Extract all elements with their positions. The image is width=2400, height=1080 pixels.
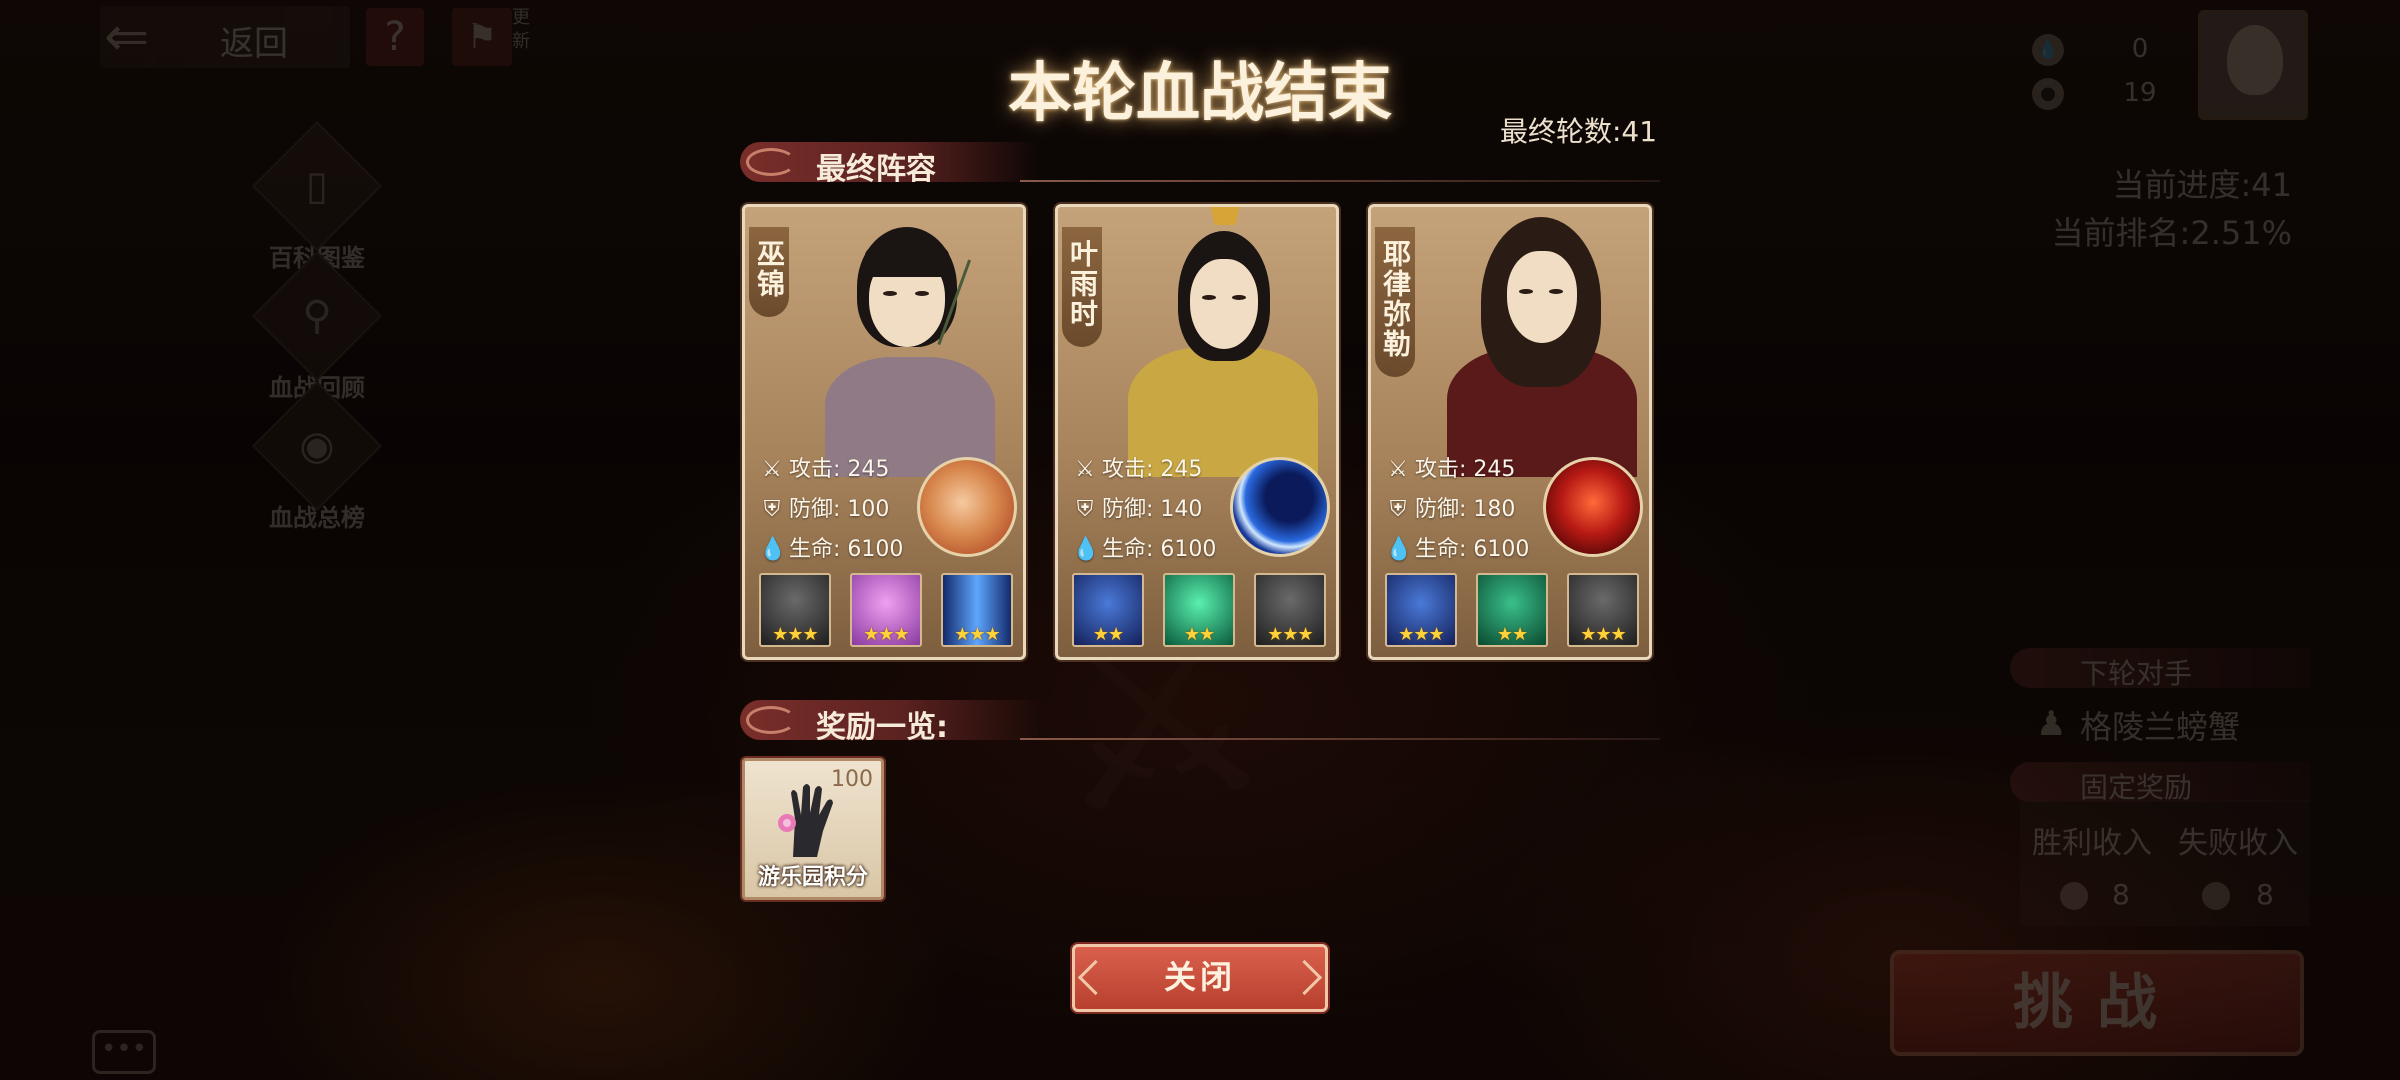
reward-name: 游乐园积分: [757, 865, 868, 890]
blue-cloak-icon[interactable]: ★★★: [1385, 573, 1457, 647]
hero-card[interactable]: 巫锦 ⚔ 攻击: 245 ⛨ 防御: 100 💧 生命: 6100 ★★★ ★★★ ★…: [742, 204, 1026, 660]
swords-icon: ⚔: [762, 457, 782, 482]
hero-card[interactable]: 耶律弥勒 ⚔ 攻击: 245 ⛨ 防御: 180 💧 生命: 6100 ★★★ ★★ …: [1368, 204, 1652, 660]
section-divider: [1020, 738, 1660, 740]
star-rating: ★★: [1092, 624, 1124, 645]
hero-portrait: [1411, 207, 1649, 477]
section-divider: [1020, 180, 1660, 182]
rewards-section-title: 奖励一览:: [816, 710, 948, 745]
hero-name: 耶律弥勒: [1375, 227, 1415, 377]
hero-card[interactable]: 叶雨时 ⚔ 攻击: 245 ⛨ 防御: 140 💧 生命: 6100 ★★ ★★ ★★…: [1055, 204, 1339, 660]
hero-hp: 💧 生命: 6100: [1072, 537, 1217, 562]
close-button[interactable]: 关闭: [1072, 944, 1328, 1012]
swirl-icon: [746, 148, 796, 176]
green-skull-icon[interactable]: ★★: [1163, 573, 1235, 647]
star-rating: ★★★: [1398, 624, 1444, 645]
shield-icon: ⛨: [1389, 497, 1407, 522]
star-rating: ★★★: [863, 624, 909, 645]
purple-aura-icon[interactable]: ★★★: [850, 573, 922, 647]
hero-name: 巫锦: [749, 227, 789, 317]
star-rating: ★★: [1496, 624, 1528, 645]
blood-demon-icon[interactable]: [1543, 457, 1643, 557]
reward-item[interactable]: 100 游乐园积分: [742, 758, 884, 900]
shield-icon: ⛨: [763, 497, 781, 522]
star-rating: ★★: [1183, 624, 1215, 645]
fist-icon[interactable]: [917, 457, 1017, 557]
armor-icon[interactable]: ★★★: [759, 573, 831, 647]
green-beast-icon[interactable]: ★★: [1476, 573, 1548, 647]
hero-hp: 💧 生命: 6100: [1385, 537, 1530, 562]
crescent-moon-icon[interactable]: [1230, 457, 1330, 557]
final-round-count: 最终轮数:41: [1500, 115, 1658, 148]
star-rating: ★★★: [1267, 624, 1313, 645]
rewards-section-banner: 奖励一览:: [740, 700, 1040, 745]
swirl-icon: [746, 706, 796, 734]
hero-attack: ⚔ 攻击: 245: [1072, 451, 1202, 483]
lineup-section-banner: 最终阵容: [740, 142, 1040, 187]
armor-icon[interactable]: ★★★: [1254, 573, 1326, 647]
hero-portrait: [1098, 207, 1336, 477]
shield-icon: ⛨: [1076, 497, 1094, 522]
armor-icon[interactable]: ★★★: [1567, 573, 1639, 647]
reward-count: 100: [831, 767, 873, 792]
blue-cloak-icon[interactable]: ★★: [1072, 573, 1144, 647]
star-rating: ★★★: [954, 624, 1000, 645]
hero-defense: ⛨ 防御: 180: [1385, 491, 1516, 523]
hero-name: 叶雨时: [1062, 227, 1102, 347]
swords-icon: ⚔: [1075, 457, 1095, 482]
star-rating: ★★★: [772, 624, 818, 645]
hero-hp: 💧 生命: 6100: [759, 537, 904, 562]
star-rating: ★★★: [1580, 624, 1626, 645]
drop-icon: 💧: [1385, 537, 1413, 562]
drop-icon: 💧: [1072, 537, 1100, 562]
hero-attack: ⚔ 攻击: 245: [1385, 451, 1515, 483]
hero-portrait: [785, 207, 1023, 477]
drop-icon: 💧: [759, 537, 787, 562]
modal-title: 本轮血战结束: [1008, 56, 1392, 131]
lineup-section-title: 最终阵容: [816, 152, 936, 187]
swords-icon: ⚔: [1388, 457, 1408, 482]
hero-defense: ⛨ 防御: 100: [759, 491, 890, 523]
blue-sword-icon[interactable]: ★★★: [941, 573, 1013, 647]
hero-defense: ⛨ 防御: 140: [1072, 491, 1203, 523]
hero-attack: ⚔ 攻击: 245: [759, 451, 889, 483]
